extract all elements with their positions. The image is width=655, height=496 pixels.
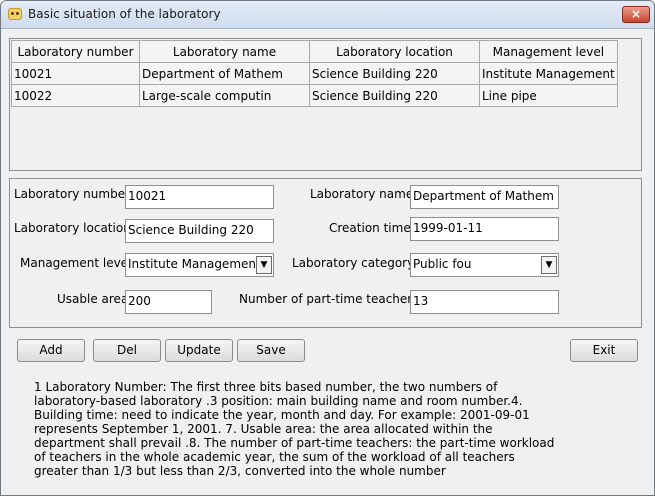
column-header[interactable]: Laboratory location <box>309 40 480 63</box>
details-form-panel: Laboratory number 10021 Laboratory name … <box>9 178 642 328</box>
lab-name-label: Laboratory name <box>310 187 414 201</box>
table-cell[interactable]: Line pipe <box>479 84 618 107</box>
creation-time-field[interactable]: 1999-01-11 <box>410 217 559 241</box>
table-cell[interactable]: 10021 <box>11 62 140 85</box>
lab-name-field[interactable]: Department of Mathem <box>410 185 559 209</box>
table-cell[interactable]: Science Building 220 <box>309 84 480 107</box>
instructions-text: 1 Laboratory Number: The first three bit… <box>34 380 555 478</box>
table-cell[interactable]: Department of Mathem <box>139 62 310 85</box>
lab-location-label: Laboratory location <box>14 221 131 235</box>
usable-area-field[interactable]: 200 <box>125 290 212 314</box>
usable-area-label: Usable area <box>57 292 129 306</box>
column-header[interactable]: Laboratory number <box>11 40 140 63</box>
part-time-teachers-label: Number of part-time teachers <box>239 292 419 306</box>
table-cell[interactable]: Institute Management <box>479 62 618 85</box>
update-button[interactable]: Update <box>165 339 233 362</box>
laboratory-table: Laboratory number Laboratory name Labora… <box>11 40 618 107</box>
main-window: Basic situation of the laboratory × Labo… <box>0 0 655 496</box>
table-cell[interactable]: Science Building 220 <box>309 62 480 85</box>
part-time-teachers-field[interactable]: 13 <box>410 290 559 314</box>
chevron-down-icon[interactable]: ▼ <box>256 256 272 274</box>
lab-number-label: Laboratory number <box>14 187 131 201</box>
column-header[interactable]: Management level <box>479 40 618 63</box>
lab-category-label: Laboratory category <box>292 256 415 270</box>
exit-button[interactable]: Exit <box>570 339 638 362</box>
lab-category-select[interactable]: Public fou ▼ <box>410 253 559 277</box>
add-button[interactable]: Add <box>17 339 85 362</box>
management-level-value: Institute Management <box>128 257 261 271</box>
lab-category-value: Public fou <box>413 257 472 271</box>
creation-time-label: Creation time <box>329 221 411 235</box>
chevron-down-icon[interactable]: ▼ <box>541 256 557 274</box>
title-bar[interactable]: Basic situation of the laboratory × <box>1 1 654 29</box>
table-row[interactable]: 10021 Department of Mathem Science Build… <box>11 62 618 85</box>
column-header[interactable]: Laboratory name <box>139 40 310 63</box>
close-button[interactable]: × <box>622 6 650 23</box>
app-icon <box>8 8 22 20</box>
delete-button[interactable]: Del <box>93 339 161 362</box>
management-level-label: Management level <box>20 256 132 270</box>
lab-location-field[interactable]: Science Building 220 <box>125 219 274 243</box>
management-level-select[interactable]: Institute Management ▼ <box>125 253 274 277</box>
table-row[interactable]: 10022 Large-scale computin Science Build… <box>11 84 618 107</box>
table-cell[interactable]: 10022 <box>11 84 140 107</box>
laboratory-table-panel[interactable]: Laboratory number Laboratory name Labora… <box>9 38 642 171</box>
lab-number-field[interactable]: 10021 <box>125 185 274 209</box>
table-cell[interactable]: Large-scale computin <box>139 84 310 107</box>
table-header-row: Laboratory number Laboratory name Labora… <box>11 40 618 63</box>
save-button[interactable]: Save <box>237 339 305 362</box>
window-title: Basic situation of the laboratory <box>28 7 221 21</box>
